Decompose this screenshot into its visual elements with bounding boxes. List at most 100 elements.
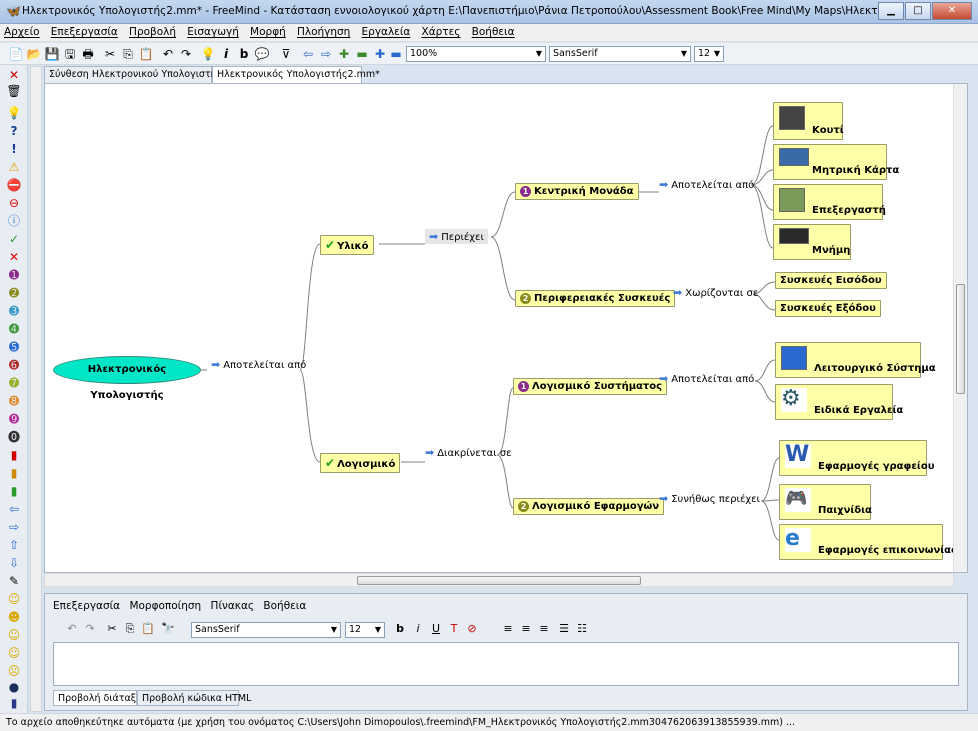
menu-view[interactable]: Προβολή [125, 24, 180, 40]
find-binoculars-icon[interactable]: 🔭 [161, 622, 175, 636]
undo-icon[interactable]: ↶ [65, 622, 79, 636]
leaf-motherboard[interactable]: Μητρική Κάρτα [773, 144, 899, 180]
arrow-right-icon[interactable]: ⇨ [6, 519, 22, 535]
arrow-down-icon[interactable]: ⇩ [6, 555, 22, 571]
node-software[interactable]: ✔ Λογισμικό [320, 453, 401, 473]
remove-node-icon[interactable]: ▬ [388, 46, 404, 62]
paste-icon[interactable]: 📋 [138, 46, 154, 62]
forward-arrow-icon[interactable]: ⇨ [318, 46, 334, 62]
bold-icon[interactable]: b [393, 622, 407, 636]
minimize-button[interactable]: ▁ [878, 2, 904, 20]
root-node[interactable]: Ηλεκτρονικός Υπολογιστής [53, 356, 201, 401]
menu-file[interactable]: Αρχείο [0, 24, 44, 40]
menu-maps[interactable]: Χάρτες [418, 24, 465, 40]
leaf-input-devices[interactable]: Συσκευές Εισόδου [775, 272, 887, 289]
open-folder-icon[interactable]: 📂 [26, 46, 42, 62]
maximize-button[interactable]: □ [905, 2, 931, 20]
leaf-output-devices[interactable]: Συσκευές Εξόδου [775, 300, 881, 317]
stop-icon[interactable]: ⛔ [6, 177, 22, 193]
priority-9-icon[interactable]: ➒ [6, 411, 22, 427]
menu-help[interactable]: Βοήθεια [468, 24, 519, 40]
new-file-icon[interactable]: 📄 [8, 46, 24, 62]
italic-icon[interactable]: i [218, 46, 234, 62]
font-size-select[interactable]: 12 ▼ [694, 46, 724, 62]
check-icon[interactable]: ✓ [6, 231, 22, 247]
numbered-list-icon[interactable]: ☷ [575, 622, 589, 636]
menu-insert[interactable]: Εισαγωγή [183, 24, 243, 40]
add-node-icon[interactable]: ✚ [372, 46, 388, 62]
warning-icon[interactable]: ⚠ [6, 159, 22, 175]
font-select[interactable]: SansSerif ▼ [549, 46, 691, 62]
priority-6-icon[interactable]: ➏ [6, 357, 22, 373]
smiley-laugh-icon[interactable]: ☻ [6, 609, 22, 625]
filter-icon[interactable]: ⊽ [278, 46, 294, 62]
mind-map-canvas[interactable]: Ηλεκτρονικός Υπολογιστής ➡ Αποτελείται απ… [44, 83, 968, 573]
priority-8-icon[interactable]: ➑ [6, 393, 22, 409]
leaf-office-apps[interactable]: W Εφαρμογές γραφείου [779, 440, 934, 476]
relation-root[interactable]: ➡ Αποτελείται από [211, 358, 306, 371]
remove-icon-icon[interactable]: ✕ [6, 67, 22, 83]
traffic-yellow-icon[interactable]: ▮ [6, 465, 22, 481]
save-as-icon[interactable]: 🖫 [62, 46, 78, 62]
cut-icon[interactable]: ✂ [105, 622, 119, 636]
cut-icon[interactable]: ✂ [102, 46, 118, 62]
notes-text-area[interactable] [53, 642, 959, 686]
bold-icon[interactable]: b [236, 46, 252, 62]
notes-size-select[interactable]: 12 ▼ [345, 622, 385, 638]
copy-icon[interactable]: ⎘ [120, 46, 136, 62]
pencil-icon[interactable]: ✎ [6, 573, 22, 589]
priority-2-icon[interactable]: ➋ [6, 285, 22, 301]
scroll-thumb[interactable] [357, 576, 641, 585]
text-color-icon[interactable]: T [447, 622, 461, 636]
copy-icon[interactable]: ⎘ [123, 622, 137, 636]
menu-tools[interactable]: Εργαλεία [358, 24, 415, 40]
undo-icon[interactable]: ↶ [160, 46, 176, 62]
smiley-surprised-icon[interactable]: ☺ [6, 645, 22, 661]
bullet-list-icon[interactable]: ☰ [557, 622, 571, 636]
tab-html-view[interactable]: Προβολή κώδικα HTML [137, 690, 251, 706]
idea-bulb-icon[interactable]: 💡 [200, 46, 216, 62]
scroll-thumb[interactable] [956, 284, 965, 394]
underline-icon[interactable]: U [429, 622, 443, 636]
priority-5-icon[interactable]: ➎ [6, 339, 22, 355]
notes-menu-edit[interactable]: Επεξεργασία [53, 600, 120, 612]
question-icon[interactable]: ? [6, 123, 22, 139]
leaf-tools[interactable]: ⚙ Ειδικά Εργαλεία [775, 384, 903, 420]
close-button[interactable]: ✕ [932, 2, 972, 20]
cloud-icon[interactable]: 💬 [254, 46, 270, 62]
cross-icon[interactable]: ✕ [6, 249, 22, 265]
zoom-select[interactable]: 100% ▼ [406, 46, 546, 62]
italic-icon[interactable]: i [411, 622, 425, 636]
notes-menu-format[interactable]: Μορφοποίηση [129, 600, 201, 612]
book-icon[interactable]: ▮ [6, 695, 22, 711]
arrow-up-icon[interactable]: ⇧ [6, 537, 22, 553]
relation-system[interactable]: ➡ Αποτελείται από [659, 372, 754, 385]
leaf-processor[interactable]: Επεξεργαστή [773, 184, 886, 220]
print-icon[interactable]: 🖶 [80, 46, 96, 62]
canvas-vertical-scrollbar[interactable] [953, 84, 967, 572]
smiley-happy-icon[interactable]: ☺ [6, 591, 22, 607]
palette-scrollbar[interactable] [30, 66, 42, 712]
smiley-sad-icon[interactable]: ☹ [6, 663, 22, 679]
priority-3-icon[interactable]: ➌ [6, 303, 22, 319]
priority-0-icon[interactable]: ⓿ [6, 429, 22, 445]
notes-menu-help[interactable]: Βοήθεια [263, 600, 306, 612]
node-hardware[interactable]: ✔ Υλικό [320, 235, 374, 255]
node-central-unit[interactable]: 1 Κεντρική Μονάδα [515, 183, 639, 200]
save-icon[interactable]: 💾 [44, 46, 60, 62]
tab-synthesis[interactable]: Σύνθεση Ηλεκτρονικού Υπολογιστή.mm [44, 66, 238, 83]
node-application-software[interactable]: 2 Λογισμικό Εφαρμογών [513, 498, 665, 515]
align-right-icon[interactable]: ≡ [537, 622, 551, 636]
traffic-red-icon[interactable]: ▮ [6, 447, 22, 463]
priority-4-icon[interactable]: ➍ [6, 321, 22, 337]
notes-menu-table[interactable]: Πίνακας [211, 600, 255, 612]
priority-7-icon[interactable]: ➐ [6, 375, 22, 391]
arrow-left-icon[interactable]: ⇦ [6, 501, 22, 517]
redo-icon[interactable]: ↷ [178, 46, 194, 62]
leaf-memory[interactable]: Μνήμη [773, 224, 851, 260]
traffic-green-icon[interactable]: ▮ [6, 483, 22, 499]
align-center-icon[interactable]: ≡ [519, 622, 533, 636]
tab-layout-view[interactable]: Προβολή διάταξης [53, 690, 148, 706]
clear-format-icon[interactable]: ⊘ [465, 622, 479, 636]
zoom-minus-icon[interactable]: ▬ [354, 46, 370, 62]
